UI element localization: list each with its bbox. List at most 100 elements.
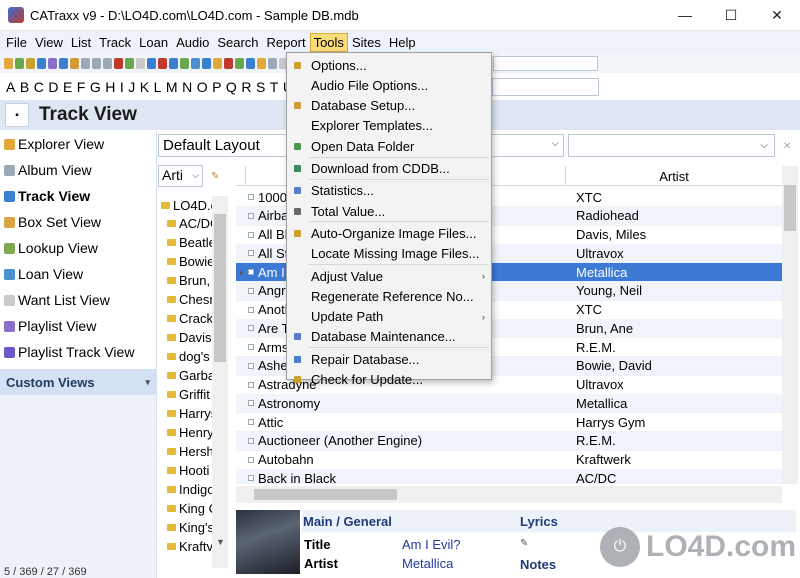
track-row[interactable]: Attic Harrys Gym bbox=[236, 413, 782, 432]
alpha-letter-i[interactable]: I bbox=[120, 79, 124, 95]
track-row[interactable]: Autobahn Kraftwerk bbox=[236, 451, 782, 470]
tree-scroll-thumb[interactable] bbox=[214, 214, 226, 362]
grid-horizontal-thumb[interactable] bbox=[254, 489, 397, 500]
alpha-letter-q[interactable]: Q bbox=[226, 79, 237, 95]
menu-tools[interactable]: Tools bbox=[309, 32, 348, 52]
alpha-letter-d[interactable]: D bbox=[48, 79, 59, 95]
sidebar-item-boxset[interactable]: Box Set View bbox=[0, 209, 156, 235]
alpha-letter-c[interactable]: C bbox=[34, 79, 45, 95]
tools-menu-adjust-value[interactable]: Adjust Value › bbox=[287, 266, 491, 286]
toolbar-button-11[interactable] bbox=[114, 57, 123, 69]
alpha-letter-t[interactable]: T bbox=[270, 79, 279, 95]
alpha-letter-h[interactable]: H bbox=[105, 79, 116, 95]
toolbar-button-5[interactable] bbox=[48, 57, 57, 69]
tools-menu-repair-database[interactable]: Repair Database... bbox=[287, 349, 491, 369]
tools-menu-explorer-templates[interactable]: Explorer Templates... bbox=[287, 116, 491, 136]
tab-main-general[interactable]: Main / General bbox=[303, 514, 392, 529]
menu-sites[interactable]: Sites bbox=[348, 33, 385, 52]
tools-menu-auto-organize-image-files[interactable]: Auto-Organize Image Files... bbox=[287, 223, 491, 243]
row-checkbox[interactable] bbox=[248, 362, 254, 369]
row-checkbox[interactable] bbox=[248, 306, 254, 313]
row-checkbox[interactable] bbox=[248, 344, 254, 350]
sidebar-item-explorer[interactable]: Explorer View bbox=[0, 131, 156, 157]
toolbar-button-15[interactable] bbox=[158, 57, 167, 69]
menu-view[interactable]: View bbox=[31, 33, 67, 52]
track-row[interactable]: Astronomy Metallica bbox=[236, 394, 782, 414]
close-button[interactable]: ✕ bbox=[754, 0, 800, 31]
sidebar-item-loan[interactable]: Loan View bbox=[0, 261, 156, 287]
alpha-letter-b[interactable]: B bbox=[20, 79, 30, 95]
menu-report[interactable]: Report bbox=[263, 33, 310, 52]
menu-audio[interactable]: Audio bbox=[172, 33, 213, 52]
toolbar-button-21[interactable] bbox=[224, 57, 233, 69]
custom-views-header[interactable]: Custom Views ▾ bbox=[0, 369, 156, 395]
toolbar-button-18[interactable] bbox=[191, 57, 200, 69]
alpha-letter-m[interactable]: M bbox=[166, 79, 178, 95]
tools-menu-database-setup[interactable]: Database Setup... bbox=[287, 96, 491, 116]
toolbar-button-24[interactable] bbox=[257, 57, 266, 69]
toolbar-button-10[interactable] bbox=[103, 57, 112, 69]
maximize-button[interactable]: ☐ bbox=[708, 0, 754, 31]
sidebar-item-track[interactable]: Track View bbox=[0, 183, 156, 209]
tools-menu-statistics[interactable]: Statistics... bbox=[287, 181, 491, 201]
toolbar-button-14[interactable] bbox=[147, 57, 156, 69]
menu-loan[interactable]: Loan bbox=[135, 33, 172, 52]
alpha-letter-k[interactable]: K bbox=[140, 79, 150, 95]
row-checkbox[interactable] bbox=[248, 269, 254, 275]
notes-label[interactable]: Notes bbox=[520, 557, 556, 572]
menu-file[interactable]: File bbox=[2, 33, 31, 52]
row-checkbox[interactable] bbox=[248, 437, 254, 444]
alpha-letter-a[interactable]: A bbox=[6, 79, 16, 95]
toolbar-button-9[interactable] bbox=[92, 57, 101, 69]
row-checkbox[interactable] bbox=[248, 212, 254, 219]
tools-menu-locate-missing-image-files[interactable]: Locate Missing Image Files... bbox=[287, 244, 491, 264]
grid-vertical-thumb[interactable] bbox=[784, 185, 796, 231]
row-checkbox[interactable] bbox=[248, 194, 254, 200]
menu-search[interactable]: Search bbox=[213, 33, 262, 52]
clear-filter-icon[interactable]: ✕ bbox=[783, 141, 792, 152]
title-field-value[interactable]: Am I Evil? bbox=[402, 537, 461, 552]
tools-menu-database-maintenance[interactable]: Database Maintenance... bbox=[287, 327, 491, 347]
sidebar-item-lookup[interactable]: Lookup View bbox=[0, 235, 156, 261]
tools-menu-options[interactable]: Options... bbox=[287, 55, 491, 75]
menu-list[interactable]: List bbox=[67, 33, 95, 52]
toolbar-button-22[interactable] bbox=[235, 57, 244, 69]
row-checkbox[interactable] bbox=[248, 400, 254, 407]
tools-menu-download-from-cddb[interactable]: Download from CDDB... bbox=[287, 159, 491, 179]
toolbar-button-3[interactable] bbox=[26, 57, 35, 69]
row-checkbox[interactable] bbox=[248, 250, 254, 257]
tools-menu-regenerate-reference-no[interactable]: Regenerate Reference No... bbox=[287, 286, 491, 306]
alpha-letter-r[interactable]: R bbox=[241, 79, 252, 95]
toolbar-button-6[interactable] bbox=[59, 57, 68, 69]
sidebar-item-playlist[interactable]: Playlist View bbox=[0, 313, 156, 339]
alpha-letter-o[interactable]: O bbox=[197, 79, 208, 95]
alpha-letter-f[interactable]: F bbox=[77, 79, 86, 95]
sidebar-item-wantlist[interactable]: Want List View bbox=[0, 287, 156, 313]
row-checkbox[interactable] bbox=[248, 456, 254, 463]
row-checkbox[interactable] bbox=[248, 231, 254, 238]
alpha-letter-l[interactable]: L bbox=[154, 79, 162, 95]
toolbar-button-13[interactable] bbox=[136, 57, 145, 69]
tools-menu-open-data-folder[interactable]: Open Data Folder bbox=[287, 136, 491, 156]
toolbar-button-4[interactable] bbox=[37, 57, 46, 69]
row-checkbox[interactable] bbox=[248, 325, 254, 332]
toolbar-search-input[interactable] bbox=[493, 56, 598, 71]
track-row[interactable]: Auctioneer (Another Engine) R.E.M. bbox=[236, 431, 782, 451]
row-checkbox[interactable] bbox=[248, 419, 254, 425]
toolbar-button-1[interactable] bbox=[4, 57, 13, 69]
toolbar-button-2[interactable] bbox=[15, 57, 24, 69]
alpha-letter-g[interactable]: G bbox=[90, 79, 101, 95]
toolbar-button-16[interactable] bbox=[169, 57, 178, 69]
tools-menu-check-for-update[interactable]: Check for Update... bbox=[287, 370, 491, 390]
tools-menu-update-path[interactable]: Update Path › bbox=[287, 307, 491, 327]
menu-help[interactable]: Help bbox=[385, 33, 420, 52]
alpha-letter-j[interactable]: J bbox=[128, 79, 136, 95]
alpha-letter-n[interactable]: N bbox=[182, 79, 193, 95]
tools-menu-total-value[interactable]: Total Value... bbox=[287, 201, 491, 221]
tree-field-select[interactable]: Arti ⌵ bbox=[158, 165, 203, 187]
artist-field-value[interactable]: Metallica bbox=[402, 556, 453, 571]
sidebar-item-playlist-track[interactable]: Playlist Track View bbox=[0, 339, 156, 365]
tab-lyrics[interactable]: Lyrics bbox=[520, 514, 558, 529]
filter-select[interactable]: ⌵ bbox=[568, 134, 775, 157]
tree-clear-icon[interactable]: ✎ bbox=[211, 171, 219, 182]
